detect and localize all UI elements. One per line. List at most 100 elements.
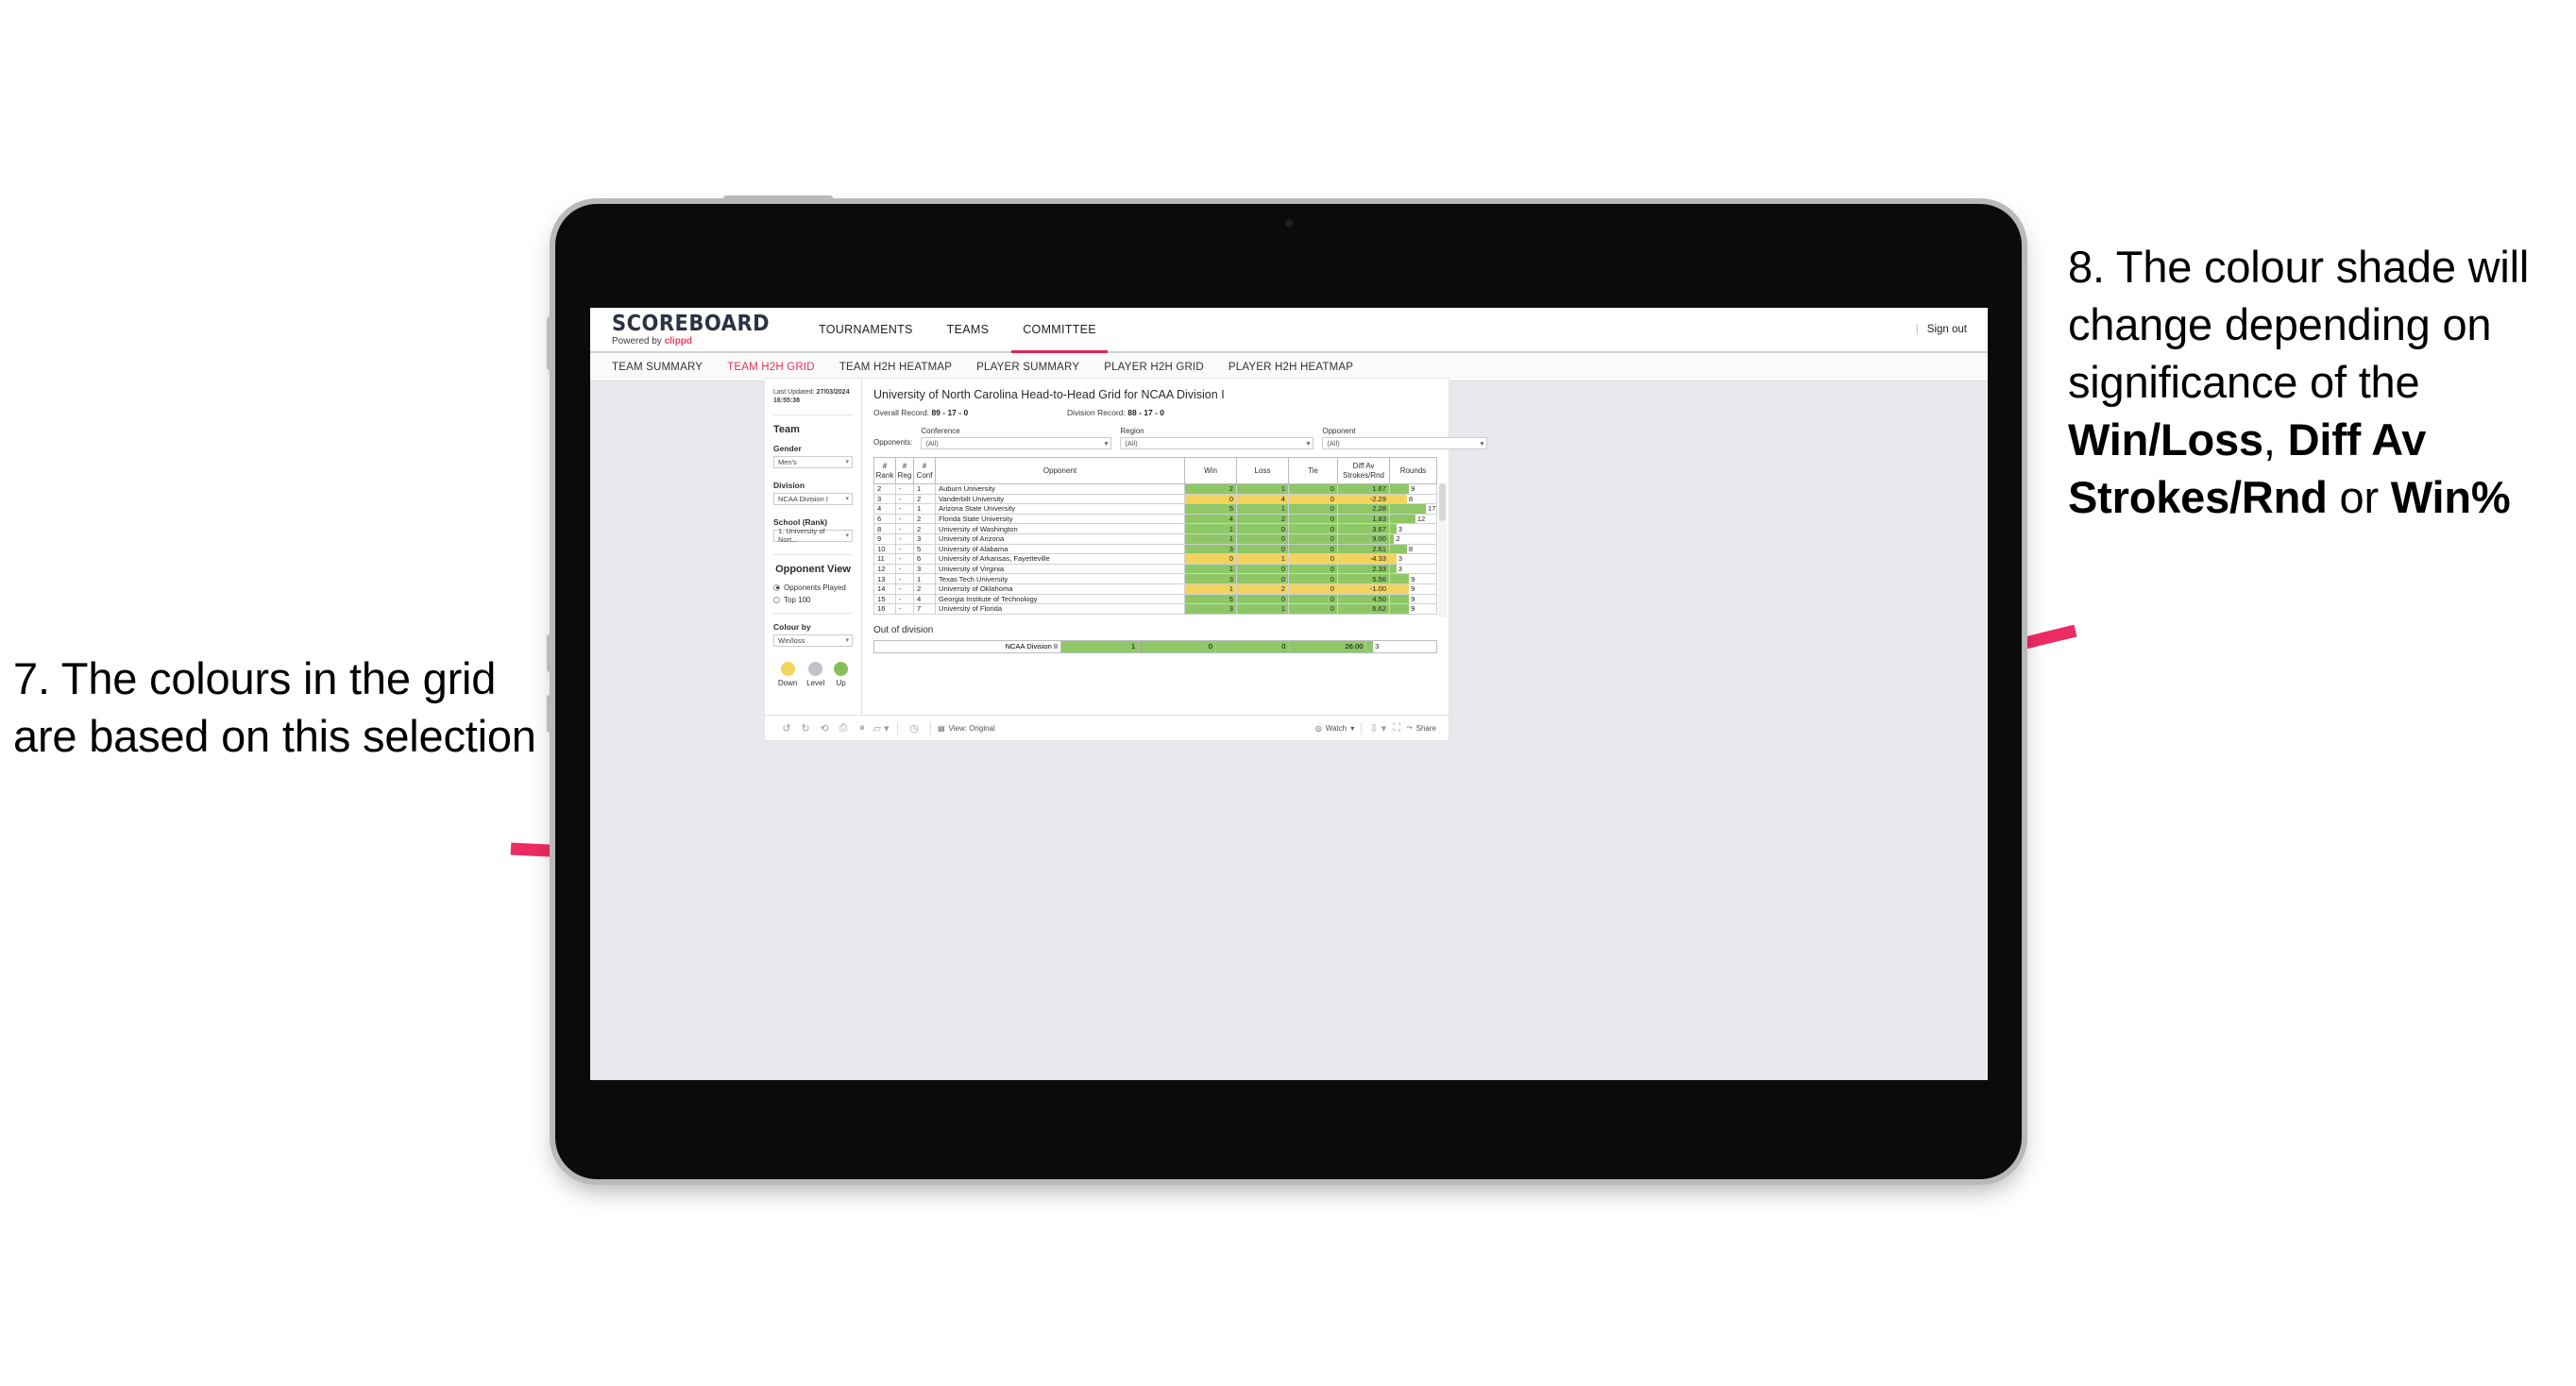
sign-out-label: Sign out <box>1926 324 1967 335</box>
undo-icon[interactable]: ↺ <box>777 722 796 735</box>
rounds-bar <box>1390 583 1410 594</box>
annotation-8-text: 8. The colour shade will change dependin… <box>2068 238 2576 526</box>
radio-top-100[interactable]: Top 100 <box>773 596 853 604</box>
cell-rounds-bar: 9 <box>1389 483 1437 495</box>
table-row[interactable]: 8-2 University of Washington 1 0 0 3.67 3 <box>873 523 1437 534</box>
colour-by-label: Colour by <box>773 621 811 632</box>
table-row[interactable]: 16-7 University of Florida 3 1 0 6.62 9 <box>873 603 1437 615</box>
filter-opponent-select[interactable]: (All) ▾ <box>1322 437 1488 449</box>
view-original-button[interactable]: ▤ View: Original <box>938 724 995 733</box>
table-row[interactable]: 14-2 University of Oklahoma 1 2 0 -1.00 9 <box>873 583 1437 595</box>
tab-player-h2h-grid[interactable]: PLAYER H2H GRID <box>1104 362 1204 373</box>
nav-item-committee[interactable]: COMMITTEE <box>1006 308 1113 353</box>
division-record: Division Record: 88 - 17 - 0 <box>1067 408 1164 417</box>
opponents-filter-lead: Opponents: <box>873 438 913 447</box>
dashboard-card: Last Updated: 27/03/2024 16:55:38 Team G… <box>764 378 1488 741</box>
watch-button[interactable]: ◎ Watch ▾ <box>1315 724 1354 733</box>
table-row[interactable]: 10-5 University of Alabama 3 0 0 2.61 8 <box>873 543 1437 555</box>
table-row[interactable]: 4-1 Arizona State University 5 1 0 2.28 17 <box>873 503 1437 515</box>
last-updated: Last Updated: 27/03/2024 16:55:38 <box>773 388 853 406</box>
table-row[interactable]: 11-6 University of Arkansas, Fayetteville… <box>873 553 1437 565</box>
cell-rounds-bar: 3 <box>1389 523 1437 534</box>
cell-loss: 4 <box>1236 493 1289 505</box>
rounds-value: 17 <box>1428 504 1436 514</box>
tab-player-summary[interactable]: PLAYER SUMMARY <box>976 362 1079 373</box>
table-row[interactable]: 3-2 Vanderbilt University 0 4 0 -2.29 8 <box>873 493 1437 505</box>
cell-rank: 3 <box>873 493 896 505</box>
table-row[interactable]: 15-4 Georgia Institute of Technology 5 0 0 4.… <box>873 593 1437 605</box>
download-icon[interactable]: ⇩ ▾ <box>1368 722 1387 735</box>
share-button[interactable]: ⤳ Share <box>1406 723 1436 733</box>
colour-by-value: Win/loss <box>778 635 805 645</box>
gender-select[interactable]: Men's ▾ <box>773 455 853 468</box>
opponent-filters: Opponents: Conference (All) ▾ Region (Al… <box>873 427 1488 449</box>
table-row[interactable]: 2-1 Auburn University 2 1 0 1.67 9 <box>873 483 1437 495</box>
table-scrollbar-thumb[interactable] <box>1439 483 1446 521</box>
table-row[interactable]: 9-3 University of Arizona 1 0 0 9.00 2 <box>873 532 1437 545</box>
sign-out-link[interactable]: | Sign out <box>1916 324 1967 335</box>
legend-dot-up <box>834 661 849 676</box>
cell-ood-label: NCAA Division II <box>873 639 1062 653</box>
rounds-bar <box>1390 494 1407 504</box>
tab-team-h2h-heatmap[interactable]: TEAM H2H HEATMAP <box>839 362 952 373</box>
fullscreen-icon[interactable]: ⛶ <box>1387 722 1406 735</box>
cell-reg: - <box>895 493 914 505</box>
tab-team-h2h-grid[interactable]: TEAM H2H GRID <box>727 362 815 373</box>
cell-diff-av-strokes: 2.28 <box>1337 503 1390 515</box>
filters-panel: Last Updated: 27/03/2024 16:55:38 Team G… <box>765 379 862 715</box>
revert-icon[interactable]: ⟲ <box>815 722 834 735</box>
h2h-table-body: 2-1 Auburn University 2 1 0 1.67 9 3-2 Vanderbil… <box>873 483 1437 615</box>
out-of-division-body: NCAA Division II 1 0 0 26.00 3 <box>873 639 1437 653</box>
undo-dropdown-icon[interactable]: ▱ ▾ <box>872 722 890 735</box>
cell-opponent: Florida State University <box>935 513 1185 525</box>
rounds-value: 9 <box>1411 484 1415 494</box>
out-of-division-row[interactable]: NCAA Division II 1 0 0 26.00 3 <box>873 639 1437 653</box>
nav-item-teams[interactable]: TEAMS <box>930 308 1007 351</box>
pause-updates-icon[interactable]: ⏸ <box>853 722 872 735</box>
table-scrollbar[interactable] <box>1438 483 1447 617</box>
clock-history-icon[interactable]: ◷ <box>905 722 924 735</box>
cell-opponent: University of Alabama <box>935 543 1185 555</box>
h2h-table-wrapper: # Rank # Reg # Conf Opponent Win Loss Tie Diff Av S… <box>873 457 1447 617</box>
grid-content: University of North Carolina Head-to-Hea… <box>862 379 1488 715</box>
tab-player-h2h-heatmap[interactable]: PLAYER H2H HEATMAP <box>1229 362 1353 373</box>
grid-title: University of North Carolina Head-to-Hea… <box>873 388 1225 401</box>
school-rank-value: 1. University of Nort... <box>778 527 825 545</box>
nav-item-tournaments[interactable]: TOURNAMENTS <box>802 308 930 351</box>
h2h-col-header-1: # Reg <box>895 457 914 484</box>
share-icon: ⤳ <box>1406 723 1413 732</box>
division-record-value: 88 - 17 - 0 <box>1127 408 1165 417</box>
cell-diff-av-strokes: 1.67 <box>1337 483 1390 495</box>
division-select[interactable]: NCAA Division I ▾ <box>773 492 853 505</box>
cell-rounds-bar: 8 <box>1389 543 1437 555</box>
table-row[interactable]: 13-1 Texas Tech University 3 0 0 5.56 9 <box>873 573 1437 584</box>
cell-win: 4 <box>1184 513 1237 525</box>
cell-win: 3 <box>1184 543 1237 555</box>
filter-region-label: Region <box>1120 427 1144 435</box>
watch-label: Watch <box>1325 723 1347 733</box>
table-row[interactable]: 6-2 Florida State University 4 2 0 1.83 12 <box>873 513 1437 525</box>
rounds-value: 9 <box>1411 584 1415 594</box>
tab-team-summary[interactable]: TEAM SUMMARY <box>612 362 703 373</box>
cell-reg: - <box>895 543 914 555</box>
chevron-down-icon: ▾ <box>845 637 849 645</box>
panel-divider-1 <box>773 414 853 415</box>
cell-loss: 2 <box>1236 583 1289 595</box>
redo-icon[interactable]: ↻ <box>796 722 815 735</box>
overall-record: Overall Record: 89 - 17 - 0 <box>873 408 1067 417</box>
rounds-bar <box>1390 554 1397 564</box>
cell-opponent: Auburn University <box>935 483 1185 495</box>
filter-conference-select[interactable]: (All) ▾ <box>921 437 1112 449</box>
filter-region-select[interactable]: (All) ▾ <box>1120 437 1314 449</box>
cell-rounds-bar: 9 <box>1389 573 1437 584</box>
rounds-value: 9 <box>1411 574 1415 583</box>
rounds-value: 9 <box>1411 594 1415 603</box>
filter-conference-label: Conference <box>921 427 960 435</box>
table-row[interactable]: 12-3 University of Virginia 1 0 0 2.33 3 <box>873 563 1437 575</box>
refresh-icon[interactable]: ⎙ <box>834 722 853 735</box>
h2h-col-header-6: Tie <box>1288 457 1338 484</box>
colour-by-select[interactable]: Win/loss ▾ <box>773 634 853 647</box>
school-rank-select[interactable]: 1. University of Nort... ▾ <box>773 527 853 545</box>
cell-win: 2 <box>1184 483 1237 495</box>
radio-opponents-played[interactable]: Opponents Played <box>773 583 853 592</box>
